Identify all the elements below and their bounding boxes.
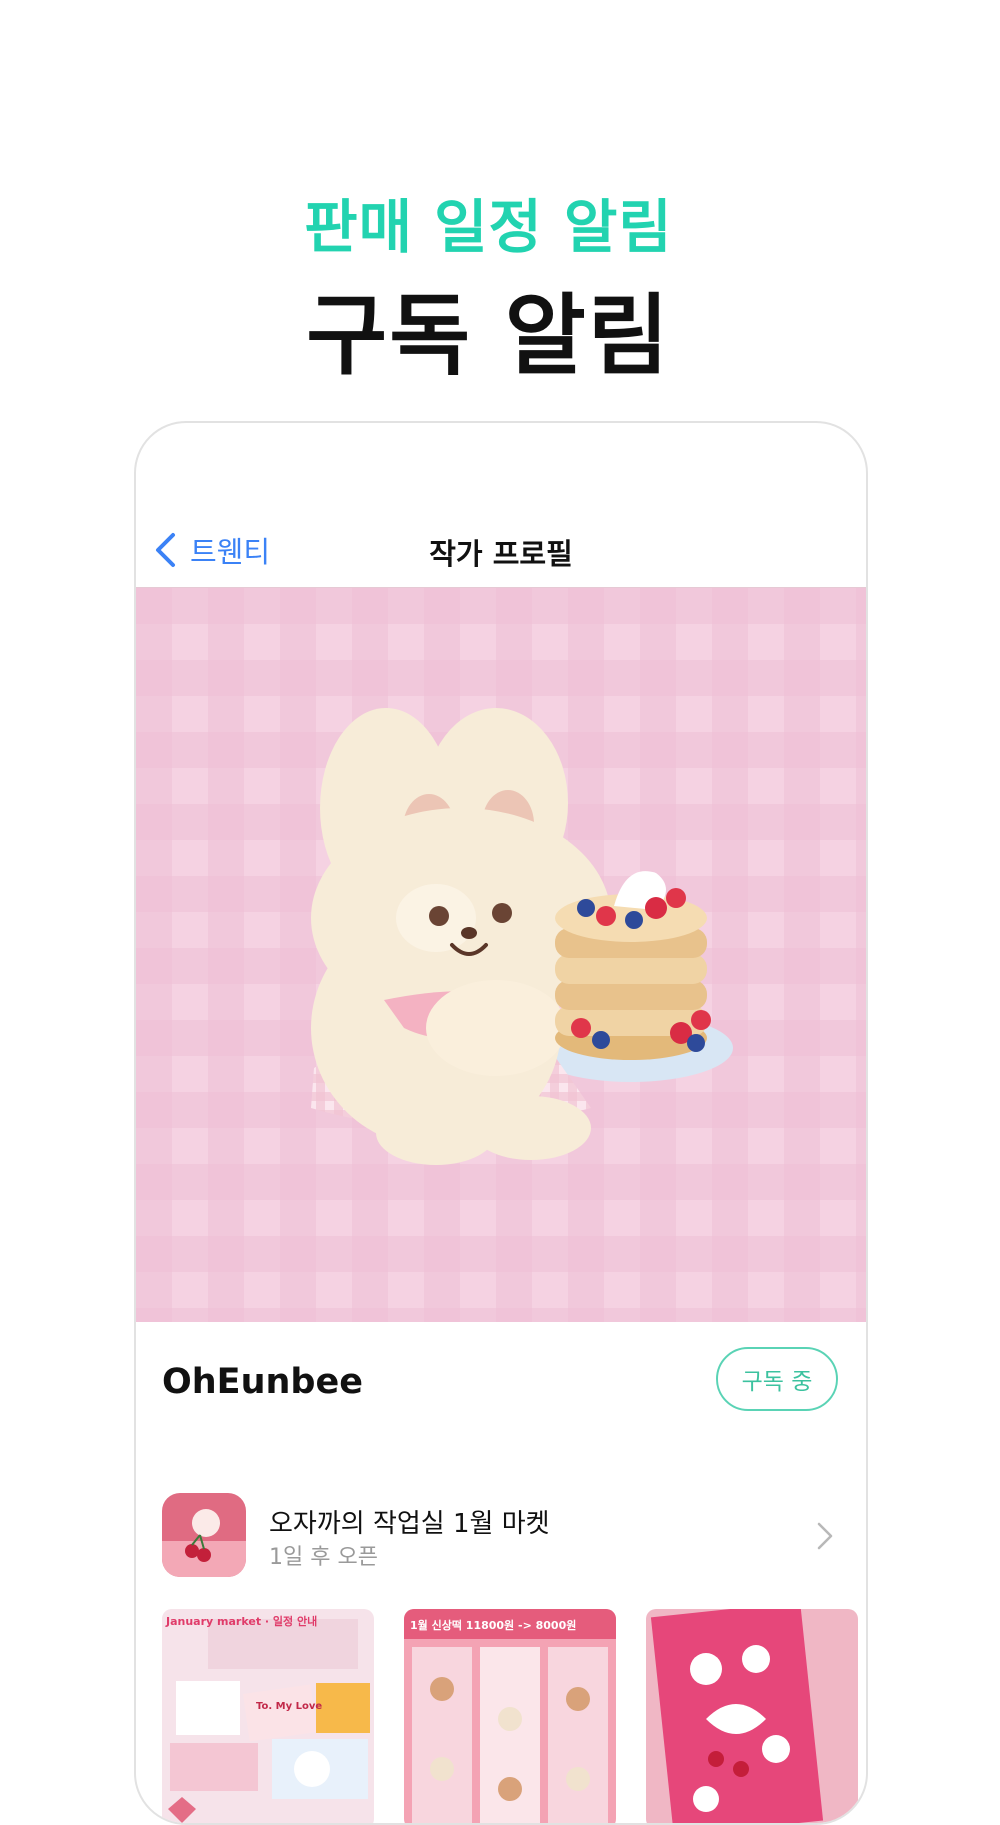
- product-tag: 1월 신상떡 11800원 -> 8000원: [410, 1619, 577, 1632]
- artist-name: OhEunbee: [162, 1362, 363, 1402]
- product-note: To. My Love: [256, 1701, 323, 1712]
- phone-frame: 트웬티 작가 프로필 OhEunbee 구독 중 오자까의 작업실 1월 마켓 …: [134, 421, 868, 1825]
- product-card[interactable]: 1월 신상떡 11800원 -> 8000원: [404, 1609, 616, 1823]
- market-thumbnail: [162, 1493, 246, 1577]
- artist-header: OhEunbee 구독 중: [136, 1322, 866, 1442]
- page-title: 작가 프로필: [429, 537, 573, 571]
- navigation-bar: 트웬티 작가 프로필: [136, 517, 866, 588]
- market-open-status: 1일 후 오픈: [269, 1545, 378, 1570]
- product-tag: January market · 일정 안내: [166, 1615, 318, 1628]
- promo-title: 구독 알림: [306, 284, 671, 387]
- profile-banner-image: [136, 588, 866, 1322]
- market-title: 오자까의 작업실 1월 마켓: [269, 1509, 550, 1539]
- promo-subtitle: 판매 일정 알림: [304, 193, 673, 261]
- product-thumbnail-row: January market · 일정 안내 To. My Love 1월 신상…: [162, 1609, 866, 1823]
- market-list-item[interactable]: 오자까의 작업실 1월 마켓 1일 후 오픈: [136, 1493, 866, 1583]
- product-card[interactable]: January market · 일정 안내 To. My Love: [162, 1609, 374, 1823]
- product-card[interactable]: [646, 1609, 858, 1823]
- chevron-right-icon: [816, 1521, 834, 1555]
- subscribe-button[interactable]: 구독 중: [716, 1347, 838, 1411]
